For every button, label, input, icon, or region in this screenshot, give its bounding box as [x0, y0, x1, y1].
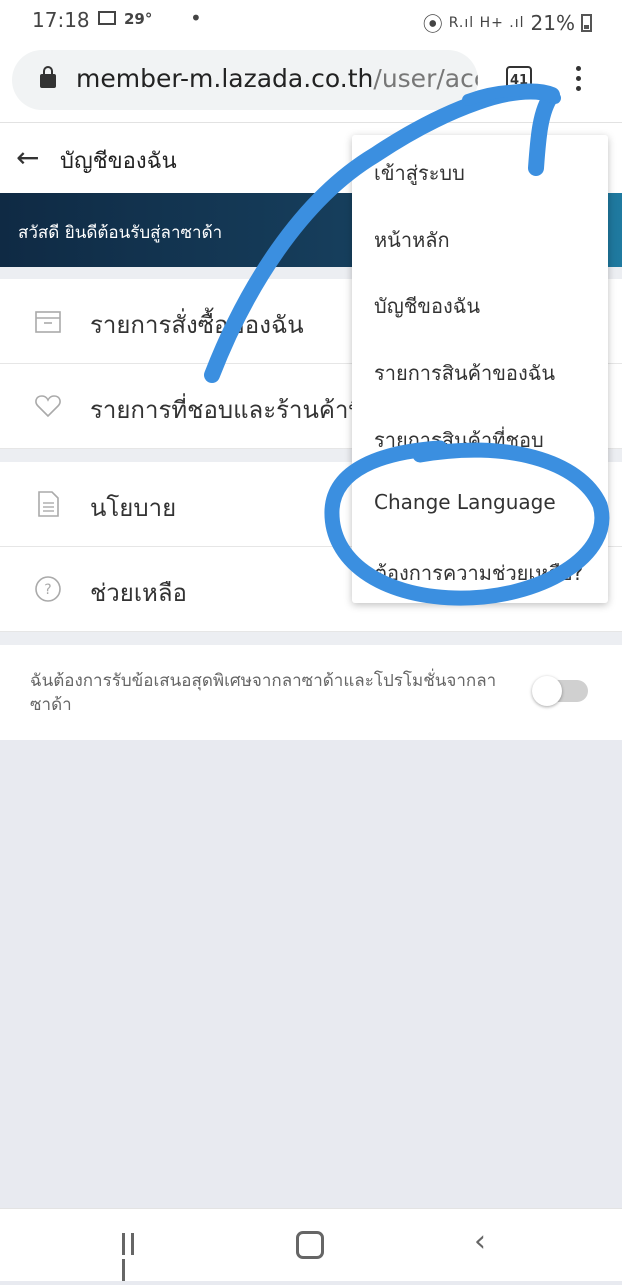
toggle-knob — [532, 676, 562, 706]
more-options-icon[interactable] — [568, 66, 588, 96]
home-icon[interactable] — [296, 1231, 324, 1259]
status-time: 17:18 — [32, 8, 90, 32]
menu-label-orders: รายการสั่งซื้อของฉัน — [90, 311, 304, 339]
url-path: /user/acc — [373, 64, 478, 93]
divider — [0, 632, 622, 645]
menu-option-my-items[interactable]: รายการสินค้าของฉัน — [374, 357, 555, 389]
image-icon — [98, 11, 116, 25]
box-icon — [35, 311, 61, 333]
battery-percent: 21% — [530, 10, 575, 35]
welcome-text: สวัสดี ยินดีต้อนรับสู่ลาซาด้า — [18, 223, 223, 243]
location-icon: ⦿ — [422, 12, 443, 36]
page-title: บัญชีของฉัน — [60, 149, 177, 174]
heart-icon — [35, 395, 61, 418]
lock-icon — [40, 66, 56, 88]
status-dot: • — [190, 6, 202, 30]
menu-option-need-help[interactable]: ต้องการความช่วยเหลือ? — [374, 557, 583, 589]
question-icon: ? — [35, 576, 61, 602]
document-icon — [38, 491, 59, 517]
address-bar[interactable]: member-m.lazada.co.th/user/acc — [12, 50, 478, 110]
menu-option-home[interactable]: หน้าหลัก — [374, 224, 450, 256]
menu-option-wishlist[interactable]: รายการสินค้าที่ชอบ — [374, 424, 544, 456]
system-nav-bar: ‹ — [0, 1208, 622, 1281]
battery-icon — [581, 13, 592, 32]
tab-switcher-button[interactable]: 41 — [506, 66, 532, 92]
overflow-menu: เข้าสู่ระบบ หน้าหลัก บัญชีของฉัน รายการส… — [352, 135, 608, 603]
menu-option-change-language[interactable]: Change Language — [374, 490, 556, 514]
svg-text:?: ? — [44, 582, 51, 598]
menu-label-policy: นโยบาย — [90, 494, 177, 522]
promo-text: ฉันต้องการรับข้อเสนอสุดพิเศษจากลาซาด้าแล… — [30, 671, 497, 715]
status-bar: 17:18 29° • ⦿ R.ıl H+ .ıl 21% — [0, 0, 622, 38]
menu-label-help: ช่วยเหลือ — [90, 579, 187, 607]
status-temperature: 29° — [124, 10, 153, 28]
promo-optin: ฉันต้องการรับข้อเสนอสุดพิเศษจากลาซาด้าแล… — [0, 645, 622, 740]
back-arrow-icon[interactable]: ← — [16, 143, 39, 173]
browser-toolbar: member-m.lazada.co.th/user/acc 41 — [0, 38, 622, 123]
menu-option-login[interactable]: เข้าสู่ระบบ — [374, 157, 465, 189]
recent-apps-icon[interactable] — [122, 1233, 146, 1281]
nav-back-icon[interactable]: ‹ — [474, 1227, 486, 1257]
signal-icon: R.ıl H+ .ıl — [448, 14, 525, 31]
url-text[interactable]: member-m.lazada.co.th/user/acc — [76, 64, 478, 93]
promo-toggle[interactable] — [532, 676, 588, 706]
url-host: member-m.lazada.co.th — [76, 64, 374, 93]
menu-option-my-account[interactable]: บัญชีของฉัน — [374, 290, 480, 322]
